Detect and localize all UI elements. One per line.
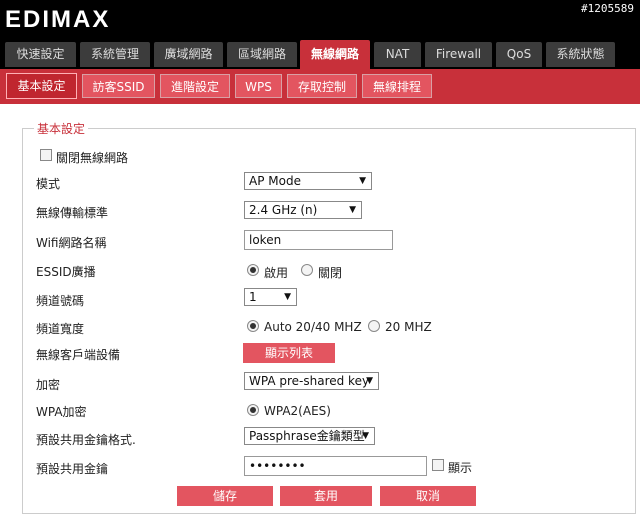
subtab-guest-ssid[interactable]: 訪客SSID (82, 74, 155, 98)
width-auto-label: Auto 20/40 MHZ (264, 320, 362, 334)
width-20-label: 20 MHZ (385, 320, 432, 334)
tab-lan[interactable]: 區域網路 (227, 42, 297, 67)
chevron-down-icon: ▼ (366, 376, 373, 386)
channel-label: 頻道號碼 (36, 294, 85, 308)
tab-wireless[interactable]: 無線網路 (300, 40, 370, 69)
tab-nat[interactable]: NAT (374, 42, 421, 67)
key-label: 預設共用金鑰 (36, 462, 109, 476)
band-value: 2.4 GHz (n) (249, 203, 318, 217)
subtab-basic[interactable]: 基本設定 (6, 73, 77, 99)
ssid-input[interactable]: loken (244, 230, 393, 250)
essid-disable-radio[interactable] (301, 264, 313, 276)
tab-status[interactable]: 系統狀態 (546, 42, 615, 67)
chevron-down-icon: ▼ (349, 205, 356, 215)
band-label: 無線傳輸標準 (36, 206, 109, 220)
encryption-value: WPA pre-shared key (249, 374, 370, 388)
key-input[interactable]: •••••••• (244, 456, 427, 476)
tab-qos[interactable]: QoS (496, 42, 542, 67)
wpa-label: WPA加密 (36, 405, 87, 419)
mode-label: 模式 (36, 177, 61, 191)
show-key-checkbox[interactable] (432, 459, 444, 471)
disable-wireless-checkbox[interactable] (40, 149, 52, 161)
ssid-label: Wifi網路名稱 (36, 236, 107, 250)
tab-wan[interactable]: 廣域網路 (154, 42, 223, 67)
tab-firewall[interactable]: Firewall (425, 42, 492, 67)
key-format-value: Passphrase金鑰類型 (249, 429, 365, 443)
width-auto-radio[interactable] (247, 320, 259, 332)
disable-wireless-label: 關閉無線網路 (56, 151, 129, 165)
subtab-wps[interactable]: WPS (235, 74, 282, 98)
wpa2-aes-radio[interactable] (247, 404, 259, 416)
encryption-select[interactable]: WPA pre-shared key ▼ (244, 372, 379, 390)
content-panel: 基本設定 關閉無線網路 模式 AP Mode ▼ 無線傳輸標準 2.4 GHz (… (0, 104, 640, 528)
fieldset-legend: 基本設定 (34, 120, 89, 137)
cancel-button[interactable]: 取消 (380, 486, 476, 506)
show-list-button[interactable]: 顯示列表 (243, 343, 335, 363)
subtab-access-control[interactable]: 存取控制 (287, 74, 357, 98)
mode-value: AP Mode (249, 174, 301, 188)
header: EDIMAX #1205589 (0, 0, 640, 38)
encryption-label: 加密 (36, 378, 61, 392)
key-format-label: 預設共用金鑰格式. (36, 433, 136, 447)
sub-nav: 基本設定 訪客SSID 進階設定 WPS 存取控制 無線排程 (0, 69, 640, 104)
watermark-id: #1205589 (581, 2, 634, 15)
chevron-down-icon: ▼ (284, 292, 291, 302)
channel-width-label: 頻道寬度 (36, 322, 85, 336)
clients-label: 無線客戶端設備 (36, 348, 121, 362)
tab-quick-setup[interactable]: 快速設定 (5, 42, 76, 67)
essid-disable-label: 關閉 (318, 266, 343, 280)
tab-system[interactable]: 系統管理 (80, 42, 150, 67)
chevron-down-icon: ▼ (362, 431, 369, 441)
show-key-label: 顯示 (448, 461, 473, 475)
edimax-logo: EDIMAX (5, 6, 111, 33)
subtab-schedule[interactable]: 無線排程 (362, 74, 432, 98)
main-nav: 快速設定 系統管理 廣域網路 區域網路 無線網路 NAT Firewall Qo… (0, 40, 640, 69)
mode-select[interactable]: AP Mode ▼ (244, 172, 372, 190)
essid-enable-radio[interactable] (247, 264, 259, 276)
band-select[interactable]: 2.4 GHz (n) ▼ (244, 201, 362, 219)
essid-enable-label: 啟用 (264, 266, 289, 280)
width-20-radio[interactable] (368, 320, 380, 332)
channel-value: 1 (249, 290, 257, 304)
chevron-down-icon: ▼ (359, 176, 366, 186)
wpa2-aes-label: WPA2(AES) (264, 404, 331, 418)
essid-broadcast-label: ESSID廣播 (36, 265, 96, 279)
subtab-advanced[interactable]: 進階設定 (160, 74, 230, 98)
apply-button[interactable]: 套用 (280, 486, 372, 506)
key-format-select[interactable]: Passphrase金鑰類型 ▼ (244, 427, 375, 445)
save-button[interactable]: 儲存 (177, 486, 273, 506)
channel-select[interactable]: 1 ▼ (244, 288, 297, 306)
